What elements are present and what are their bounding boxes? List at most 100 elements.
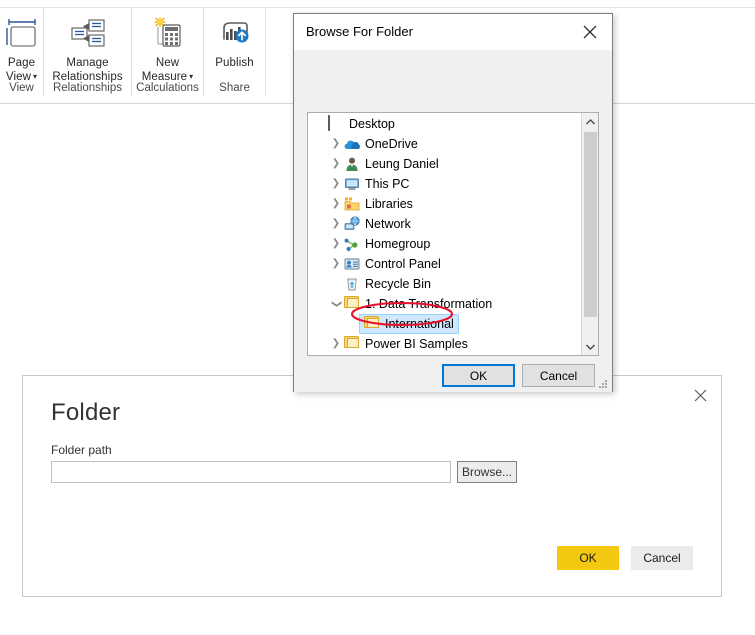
network-icon: [344, 216, 360, 230]
tree-item-label: Control Panel: [365, 257, 441, 271]
ribbon-group-title-share: Share: [219, 82, 250, 94]
tree-item-content: International: [359, 314, 459, 334]
tree-item-libraries[interactable]: ❯ Libraries: [308, 194, 582, 214]
tree-item-content: Libraries: [344, 194, 413, 214]
browse-dialog-body: ❯ Desktop ❯ OneDrive ❯ Leung Daniel ❯ This PC ❯ L…: [294, 50, 612, 392]
control-panel-icon: [344, 258, 360, 270]
tree-item-control-panel[interactable]: ❯ Control Panel: [308, 254, 582, 274]
folder-dialog-close-button[interactable]: [685, 382, 715, 408]
folder-tree-scrollbar[interactable]: [581, 113, 598, 355]
publish-label: Publish: [215, 57, 254, 69]
scrollbar-down-button[interactable]: [582, 338, 598, 355]
folder-path-label: Folder path: [51, 443, 112, 457]
scrollbar-up-button[interactable]: [582, 113, 598, 130]
scrollbar-thumb[interactable]: [584, 132, 597, 317]
browse-cancel-button[interactable]: Cancel: [522, 364, 595, 387]
tree-item-label: OneDrive: [365, 137, 418, 151]
chevron-up-icon: [586, 118, 595, 124]
tree-item-homegroup[interactable]: ❯ Homegroup: [308, 234, 582, 254]
ribbon-group-share: Publish Share: [204, 8, 266, 96]
chevron-right-icon[interactable]: ❯: [328, 234, 344, 254]
tree-item-desktop[interactable]: ❯ Desktop: [308, 114, 582, 134]
browse-for-folder-dialog: Browse For Folder ❯ Desktop ❯ OneDrive ❯ Leun…: [293, 13, 613, 392]
tree-item-onedrive[interactable]: ❯ OneDrive: [308, 134, 582, 154]
browse-ok-button[interactable]: OK: [442, 364, 515, 387]
manage-relationships-icon: [68, 8, 108, 56]
tree-item-content: Homegroup: [344, 234, 430, 254]
folder-dialog: Folder Folder path Browse... OK Cancel: [22, 375, 722, 597]
tree-item-content: Network: [344, 214, 411, 234]
ribbon-group-title-calculations: Calculations: [136, 82, 199, 94]
publish-button[interactable]: Publish: [204, 8, 265, 70]
close-icon: [694, 389, 706, 401]
ribbon-group-relationships: Manage Relationships Relationships: [44, 8, 132, 96]
publish-icon: [217, 8, 253, 56]
libraries-icon: [344, 197, 360, 211]
chevron-right-icon[interactable]: ❯: [328, 134, 344, 154]
ribbon-group-title-relationships: Relationships: [52, 82, 123, 94]
tree-item-international[interactable]: ❯ International: [308, 314, 582, 334]
new-measure-button[interactable]: New Measure ▾: [132, 8, 203, 84]
tree-item-content: 1. Data Transformation: [344, 294, 492, 314]
homegroup-icon: [344, 238, 358, 252]
tree-item-network[interactable]: ❯ Network: [308, 214, 582, 234]
browse-dialog-title: Browse For Folder: [306, 24, 413, 39]
tree-item-label: Libraries: [365, 197, 413, 211]
folder-dialog-title: Folder: [51, 399, 121, 426]
new-measure-icon: [149, 8, 187, 56]
chevron-right-icon[interactable]: ❯: [328, 174, 344, 194]
chevron-right-icon[interactable]: ❯: [328, 254, 344, 274]
tree-item-label: 1. Data Transformation: [365, 297, 493, 311]
user-icon: [346, 157, 358, 171]
tree-item-this-pc[interactable]: ❯ This PC: [308, 174, 582, 194]
browse-button[interactable]: Browse...: [457, 461, 517, 483]
tree-item-label: Leung Daniel: [365, 157, 439, 171]
tree-item-content: Control Panel: [344, 254, 441, 274]
chevron-down-icon[interactable]: ❯: [326, 296, 346, 312]
chevron-right-icon[interactable]: ❯: [328, 194, 344, 214]
folder-tree[interactable]: ❯ Desktop ❯ OneDrive ❯ Leung Daniel ❯ This PC ❯ L…: [307, 112, 599, 356]
tree-item-content: This PC: [344, 174, 409, 194]
tree-item-label: Recycle Bin: [365, 277, 431, 291]
ribbon-group-title-view: View: [9, 82, 34, 94]
tree-item-label: Power BI Samples: [365, 337, 468, 351]
ribbon-group-calculations: New Measure ▾ Calculations: [132, 8, 204, 96]
page-view-icon: [5, 8, 39, 56]
manage-relationships-button[interactable]: Manage Relationships: [44, 8, 131, 84]
tree-item-recycle-bin[interactable]: ❯ Recycle Bin: [308, 274, 582, 294]
tree-item-content: Leung Daniel: [344, 154, 439, 174]
page-view-button[interactable]: Page View ▾: [0, 8, 43, 84]
tree-item-label: This PC: [365, 177, 410, 191]
close-icon: [583, 25, 597, 38]
tree-item-label: International: [385, 317, 454, 331]
this-pc-icon: [345, 178, 359, 190]
ribbon-group-view: Page View ▾ View: [0, 8, 44, 96]
resize-grip[interactable]: [597, 378, 608, 389]
tree-item-content: Desktop: [328, 114, 395, 134]
manage-relationships-label-line1: Manage: [66, 57, 109, 69]
tree-item-1-data-transformation[interactable]: ❯ 1. Data Transformation: [308, 294, 582, 314]
onedrive-icon: [344, 140, 360, 149]
tree-item-content: Power BI Samples: [344, 334, 468, 354]
chevron-right-icon[interactable]: ❯: [328, 154, 344, 174]
tree-item-label: Desktop: [349, 117, 395, 131]
chevron-right-icon[interactable]: ❯: [328, 214, 344, 234]
tree-item-label: Homegroup: [365, 237, 431, 251]
chevron-down-icon: [586, 344, 595, 350]
tree-item-label: Network: [365, 217, 411, 231]
tree-indent-spacer: ❯: [312, 114, 328, 134]
desktop-icon: [328, 115, 330, 131]
tree-item-leung-daniel[interactable]: ❯ Leung Daniel: [308, 154, 582, 174]
tree-item-content: Recycle Bin: [344, 274, 431, 294]
browse-dialog-close-button[interactable]: [568, 14, 612, 49]
recycle-bin-icon: [347, 278, 357, 291]
folder-tree-list: ❯ Desktop ❯ OneDrive ❯ Leung Daniel ❯ This PC ❯ L…: [308, 113, 582, 355]
chevron-right-icon[interactable]: ❯: [328, 334, 344, 354]
folder-path-input[interactable]: [51, 461, 451, 483]
folder-cancel-button[interactable]: Cancel: [631, 546, 693, 570]
tree-item-power-bi-samples[interactable]: ❯ Power BI Samples: [308, 334, 582, 354]
tree-item-content: OneDrive: [344, 134, 418, 154]
page-view-label-line1: Page: [7, 57, 36, 69]
folder-ok-button[interactable]: OK: [557, 546, 619, 570]
browse-dialog-titlebar: Browse For Folder: [294, 14, 612, 50]
